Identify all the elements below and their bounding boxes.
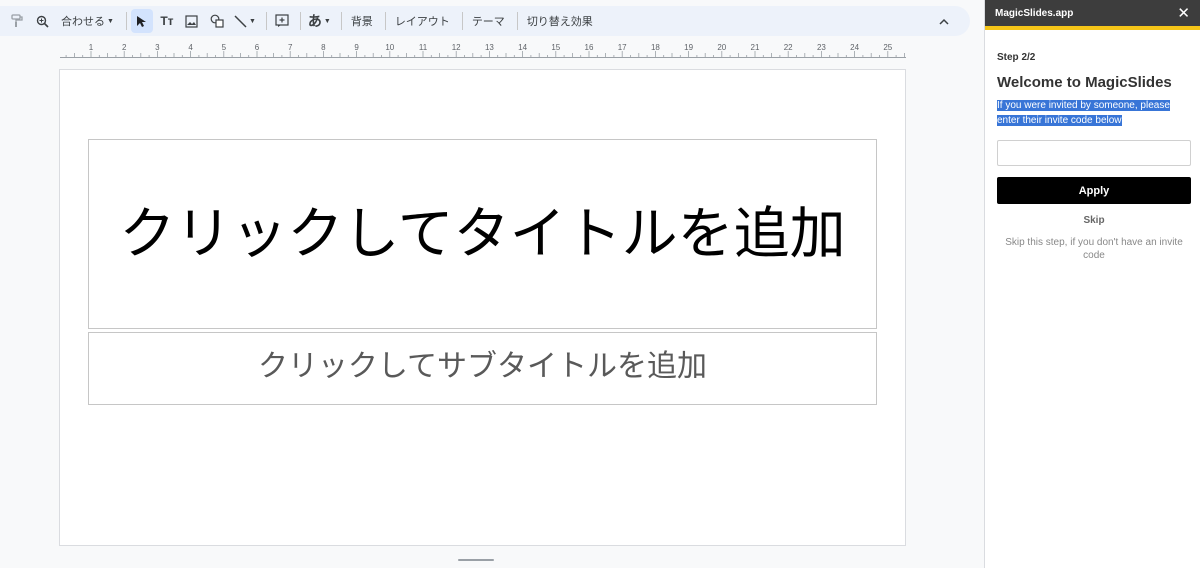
ruler-label: 25 — [883, 43, 892, 52]
ruler-label: 21 — [751, 43, 760, 52]
text-box-icon: Tт — [160, 14, 174, 28]
slide-canvas[interactable]: クリックしてタイトルを追加 クリックしてサブタイトルを追加 — [59, 69, 906, 546]
toolbar: 合わせる ▼ Tт ▼ あ ▼ 背景 レイアウト テーマ 切り替え効果 — [0, 6, 970, 36]
ruler-label: 8 — [321, 43, 326, 52]
ruler-scale: 1 2 3 4 5 6 7 8 9 10 11 12 13 14 15 16 17 18 19 20 21 22 23 24 2… — [60, 43, 906, 58]
ruler-label: 16 — [585, 43, 594, 52]
toolbar-divider — [265, 12, 267, 30]
ruler-label: 2 — [122, 43, 127, 52]
ruler-label: 4 — [188, 43, 193, 52]
step-indicator: Step 2/2 — [997, 52, 1036, 63]
toolbar-divider — [516, 12, 518, 30]
toolbar-divider — [340, 12, 342, 30]
toolbar-divider — [384, 12, 386, 30]
ruler-label: 23 — [817, 43, 826, 52]
subtitle-text: クリックしてサブタイトルを追加 — [257, 350, 708, 383]
ruler-label: 7 — [288, 43, 293, 52]
ruler-label: 6 — [255, 43, 260, 52]
shape-button[interactable] — [206, 9, 228, 33]
close-icon[interactable]: ✕ — [1177, 6, 1190, 21]
image-icon — [185, 14, 199, 28]
background-button[interactable]: 背景 — [346, 9, 378, 33]
panel-header: MagicSlides.app ✕ — [985, 0, 1200, 30]
ruler-label: 24 — [850, 43, 859, 52]
skip-link[interactable]: Skip — [997, 215, 1191, 226]
welcome-heading: Welcome to MagicSlides — [997, 74, 1172, 91]
apply-button[interactable]: Apply — [997, 177, 1191, 204]
magicslides-panel: MagicSlides.app ✕ Step 2/2 Welcome to Ma… — [984, 0, 1200, 568]
input-tools-icon: あ — [307, 13, 322, 29]
insert-image-button[interactable] — [181, 9, 203, 33]
panel-body: Step 2/2 Welcome to MagicSlides If you w… — [985, 52, 1200, 262]
paint-format-icon[interactable] — [6, 9, 28, 33]
skip-note: Skip this step, if you don't have an inv… — [1005, 237, 1183, 261]
ruler-label: 12 — [452, 43, 461, 52]
toolbar-divider — [299, 12, 301, 30]
chevron-down-icon: ▼ — [107, 17, 114, 25]
speaker-notes-drag-handle[interactable] — [458, 559, 494, 561]
ruler-label: 18 — [651, 43, 660, 52]
ruler-label: 1 — [89, 43, 94, 52]
title-text: クリックしてタイトルを追加 — [119, 202, 846, 265]
ruler-label: 3 — [155, 43, 160, 52]
ruler-label: 15 — [551, 43, 560, 52]
invite-instructions: If you were invited by someone, please e… — [997, 98, 1190, 128]
text-box-button[interactable]: Tт — [156, 9, 178, 33]
invite-code-input[interactable] — [997, 140, 1191, 166]
subtitle-placeholder[interactable]: クリックしてサブタイトルを追加 — [88, 332, 877, 405]
add-comment-icon — [275, 14, 289, 27]
theme-button[interactable]: テーマ — [467, 9, 510, 33]
ruler-label: 14 — [518, 43, 527, 52]
zoom-icon[interactable] — [31, 9, 53, 33]
select-tool-button[interactable] — [130, 9, 153, 33]
ruler-label: 22 — [784, 43, 793, 52]
ruler-label: 20 — [717, 43, 726, 52]
invite-instructions-text: If you were invited by someone, please e… — [997, 100, 1170, 126]
layout-button[interactable]: レイアウト — [390, 9, 455, 33]
ruler-label: 5 — [222, 43, 227, 52]
ruler-label: 11 — [419, 43, 428, 52]
zoom-label: 合わせる — [61, 16, 105, 28]
ruler-label: 19 — [684, 43, 693, 52]
collapse-toolbar-button[interactable] — [933, 9, 955, 33]
horizontal-ruler[interactable]: 1 2 3 4 5 6 7 8 9 10 11 12 13 14 15 16 17 18 19 20 21 22 23 24 2… — [60, 42, 906, 58]
toolbar-divider — [125, 12, 127, 30]
shape-icon — [210, 14, 224, 28]
chevron-up-icon — [939, 18, 949, 25]
chevron-down-icon: ▼ — [323, 17, 331, 25]
chevron-down-icon: ▼ — [248, 17, 256, 25]
panel-title: MagicSlides.app — [995, 7, 1074, 19]
line-icon — [234, 14, 247, 28]
input-tools-button[interactable]: あ ▼ — [305, 9, 334, 33]
ruler-label: 13 — [485, 43, 494, 52]
title-placeholder[interactable]: クリックしてタイトルを追加 — [88, 139, 877, 329]
line-button[interactable]: ▼ — [231, 9, 259, 33]
ruler-label: 17 — [618, 43, 627, 52]
ruler-label: 9 — [354, 43, 359, 52]
add-comment-button[interactable] — [271, 9, 293, 33]
transition-button[interactable]: 切り替え効果 — [522, 9, 598, 33]
toolbar-divider — [461, 12, 463, 30]
ruler-label: 10 — [385, 43, 394, 52]
zoom-dropdown[interactable]: 合わせる ▼ — [56, 9, 119, 33]
